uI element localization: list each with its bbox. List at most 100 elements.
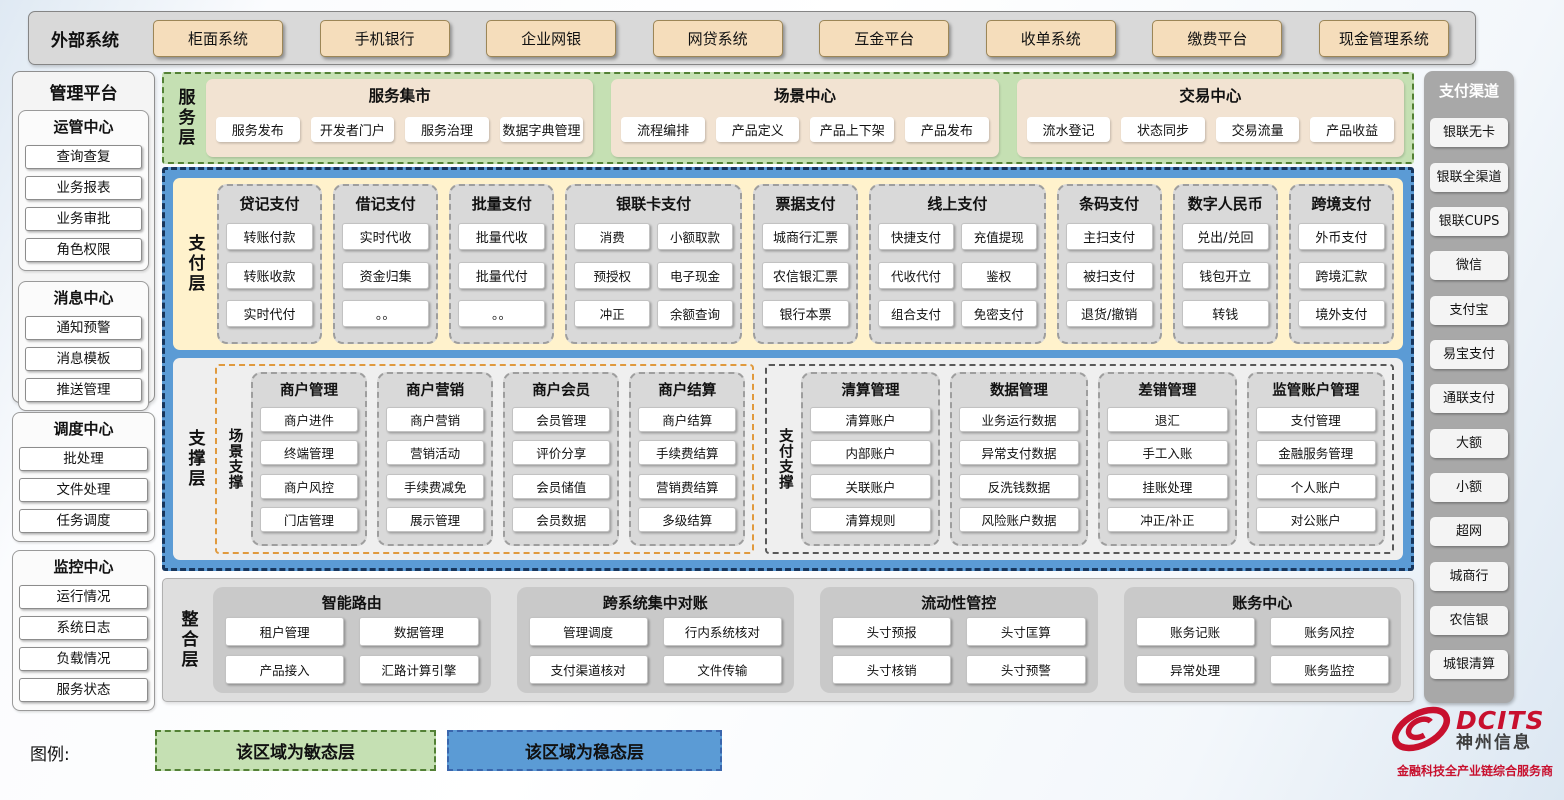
stable-layer-region: 支付层 贷记支付转账付款转账收款实时代付 借记支付实时代收资金归集。。批量支付批量… (162, 167, 1414, 571)
support-group-title: 商户会员 (512, 377, 610, 402)
support-group-title: 差错管理 (1107, 377, 1227, 402)
legend-agile-box: 该区域为敏态层 (155, 730, 436, 771)
management-platform-title: 管理平台 (18, 76, 149, 110)
external-system-box: 现金管理系统 (1319, 20, 1449, 57)
integration-panel-title: 流动性管控 (832, 590, 1086, 617)
payment-item: 外币支付 (1298, 223, 1385, 250)
service-item: 服务发布 (216, 117, 300, 142)
support-group-title: 清算管理 (810, 377, 930, 402)
management-group-title: 消息中心 (25, 284, 142, 309)
scenario-support-section: 场景支撑商户管理商户进件终端管理商户风控门店管理商户营销商户营销营销活动手续费减… (215, 364, 754, 554)
support-group-items: 会员管理评价分享会员储值会员数据 (512, 402, 610, 537)
external-system-box: 收单系统 (986, 20, 1116, 57)
support-item: 会员数据 (512, 507, 610, 532)
support-item: 商户营销 (386, 407, 484, 432)
payment-item: 实时代收 (342, 223, 429, 250)
support-layer-sections: 场景支撑商户管理商户进件终端管理商户风控门店管理商户营销商户营销营销活动手续费减… (215, 364, 1394, 554)
support-section-groups: 清算管理清算账户内部账户关联账户清算规则数据管理业务运行数据异常支付数据反洗钱数… (801, 372, 1385, 546)
payment-layer-label: 支付层 (182, 184, 208, 344)
payment-group-title: 银联卡支付 (574, 190, 733, 216)
payment-group-title: 票据支付 (762, 190, 849, 216)
payment-item: 城商行汇票 (762, 223, 849, 250)
payment-item: 境外支付 (1298, 300, 1385, 327)
management-group: 监控中心运行情况系统日志负载情况服务状态 (12, 550, 155, 711)
monitor-center-panel: 监控中心运行情况系统日志负载情况服务状态 (12, 550, 155, 711)
service-item: 数据字典管理 (500, 117, 584, 142)
payment-group-items: 实时代收资金归集。。 (342, 216, 429, 334)
support-item: 挂账处理 (1107, 474, 1227, 499)
service-item: 产品发布 (905, 117, 989, 142)
support-layer: 支撑层 场景支撑商户管理商户进件终端管理商户风控门店管理商户营销商户营销营销活动… (173, 358, 1403, 560)
management-item: 运行情况 (19, 585, 148, 609)
support-item: 会员管理 (512, 407, 610, 432)
integration-panel-title: 智能路由 (225, 590, 479, 617)
support-group-items: 业务运行数据异常支付数据反洗钱数据风险账户数据 (959, 402, 1079, 537)
integration-panel: 账务中心账务记账账务风控异常处理账务监控 (1124, 587, 1402, 693)
integration-panel-items: 账务记账账务风控异常处理账务监控 (1136, 617, 1390, 684)
integration-layer: 整合层 智能路由租户管理数据管理产品接入汇路计算引擎跨系统集中对账管理调度行内系… (162, 578, 1414, 702)
payment-group-items: 外币支付跨境汇款境外支付 (1298, 216, 1385, 334)
channel-item: 支付宝 (1430, 296, 1508, 325)
support-item: 手续费减免 (386, 474, 484, 499)
payment-item: 免密支付 (961, 300, 1037, 327)
support-item: 关联账户 (810, 474, 930, 499)
payment-group-title: 贷记支付 (226, 190, 313, 216)
support-item: 清算账户 (810, 407, 930, 432)
service-item: 产品收益 (1310, 117, 1394, 142)
support-section-label: 支付支撑 (774, 372, 796, 546)
support-item: 手工入账 (1107, 440, 1227, 465)
service-panel-title: 服务集市 (216, 82, 583, 110)
management-groups: 运管中心查询查复业务报表业务审批角色权限消息中心通知预警消息模板推送管理 (18, 110, 149, 411)
integration-panel: 跨系统集中对账管理调度行内系统核对支付渠道核对文件传输 (517, 587, 795, 693)
payment-item: 批量代付 (458, 262, 545, 289)
integration-item: 头寸预报 (832, 617, 951, 646)
support-item: 内部账户 (810, 440, 930, 465)
support-item: 终端管理 (260, 440, 358, 465)
support-group-title: 商户营销 (386, 377, 484, 402)
payment-group-items: 转账付款转账收款实时代付 (226, 216, 313, 334)
payment-group-items: 消费小额取款预授权电子现金冲正余额查询 (574, 216, 733, 334)
channel-item: 农信银 (1430, 606, 1508, 635)
dcits-brand-text: DCITS (1456, 708, 1544, 733)
payment-item: 转账付款 (226, 223, 313, 250)
service-panel-items: 流水登记状态同步交易流量产品收益 (1027, 110, 1394, 149)
support-group-items: 退汇手工入账挂账处理冲正/补正 (1107, 402, 1227, 537)
payment-item: 跨境汇款 (1298, 262, 1385, 289)
payment-group: 线上支付快捷支付充值提现代收代付鉴权组合支付免密支付 (869, 184, 1046, 344)
payment-item: 快捷支付 (878, 223, 954, 250)
channel-item: 银联无卡 (1430, 118, 1508, 147)
dcits-logo: DCITS 神州信息 金融科技全产业链综合服务商 (1388, 703, 1562, 779)
management-platform-panel: 管理平台 运管中心查询查复业务报表业务审批角色权限消息中心通知预警消息模板推送管… (12, 71, 155, 403)
support-item: 会员储值 (512, 474, 610, 499)
support-item: 评价分享 (512, 440, 610, 465)
payment-group-items: 快捷支付充值提现代收代付鉴权组合支付免密支付 (878, 216, 1037, 334)
integration-panel-items: 头寸预报头寸匡算头寸核销头寸预警 (832, 617, 1086, 684)
external-systems-label: 外部系统 (51, 26, 119, 51)
payment-item: 代收代付 (878, 262, 954, 289)
integration-panel: 智能路由租户管理数据管理产品接入汇路计算引擎 (213, 587, 491, 693)
management-item: 任务调度 (19, 509, 148, 533)
payment-item: 转钱 (1182, 300, 1269, 327)
external-system-box: 企业网银 (486, 20, 616, 57)
payment-group: 批量支付批量代收批量代付。。 (449, 184, 554, 344)
integration-item: 头寸核销 (832, 655, 951, 684)
integration-panel-title: 账务中心 (1136, 590, 1390, 617)
integration-item: 数据管理 (359, 617, 478, 646)
integration-item: 租户管理 (225, 617, 344, 646)
support-item: 风险账户数据 (959, 507, 1079, 532)
service-panel-title: 交易中心 (1027, 82, 1394, 110)
channel-item: 超网 (1430, 517, 1508, 546)
management-item: 文件处理 (19, 478, 148, 502)
management-item: 负载情况 (19, 647, 148, 671)
payment-support-section: 支付支撑清算管理清算账户内部账户关联账户清算规则数据管理业务运行数据异常支付数据… (765, 364, 1394, 554)
management-group: 调度中心批处理文件处理任务调度 (12, 412, 155, 542)
service-panel: 场景中心流程编排产品定义产品上下架产品发布 (611, 79, 998, 157)
support-item: 支付管理 (1256, 407, 1376, 432)
payment-group-title: 借记支付 (342, 190, 429, 216)
payment-item: 预授权 (574, 262, 650, 289)
payment-item: 主扫支付 (1066, 223, 1153, 250)
payment-item: 充值提现 (961, 223, 1037, 250)
payment-layer: 支付层 贷记支付转账付款转账收款实时代付 借记支付实时代收资金归集。。批量支付批量… (173, 178, 1403, 350)
support-item: 业务运行数据 (959, 407, 1079, 432)
payment-item: 组合支付 (878, 300, 954, 327)
